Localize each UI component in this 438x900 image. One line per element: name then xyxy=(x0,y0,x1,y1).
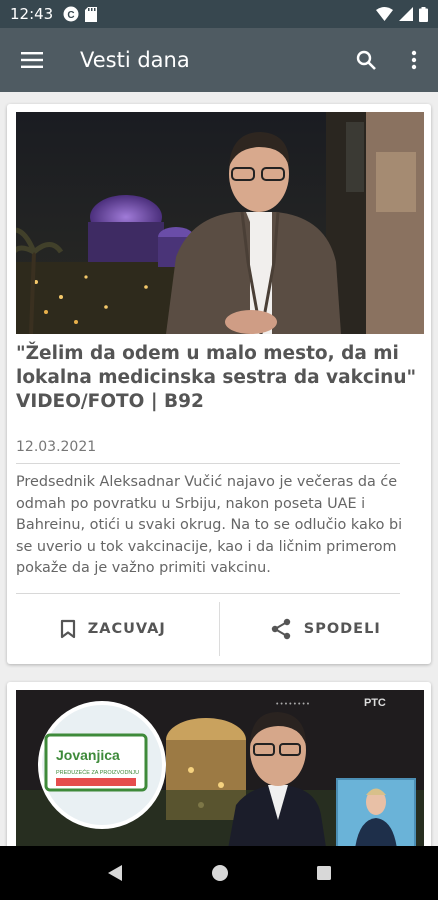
share-icon xyxy=(271,618,290,640)
hamburger-menu-icon[interactable] xyxy=(21,52,43,68)
news-card-image[interactable] xyxy=(16,112,424,334)
save-label: ZACUVAJ xyxy=(87,621,166,637)
sign-subtext: PREDUZEĆE ZA PROIZVODNJU xyxy=(56,769,139,776)
news-feed[interactable]: "Želim da odem u malo mesto, da mi lokal… xyxy=(0,92,438,846)
rts-watermark: РТС xyxy=(364,697,386,709)
battery-icon xyxy=(419,6,428,22)
news-photo: РТС • • • • • • • • Jovanjica PREDUZEĆE … xyxy=(16,690,424,846)
search-icon[interactable] xyxy=(356,50,376,70)
storage-icon xyxy=(85,6,98,22)
status-left-icons: C xyxy=(63,6,98,22)
status-time: 12:43 xyxy=(10,5,54,23)
article-title[interactable]: "Želim da odem u malo mesto, da mi lokal… xyxy=(16,342,424,414)
more-vert-icon[interactable] xyxy=(411,50,417,70)
news-card[interactable]: РТС • • • • • • • • Jovanjica PREDUZEĆE … xyxy=(7,682,431,846)
news-photo xyxy=(16,112,424,334)
status-right-icons xyxy=(376,6,428,22)
wifi-icon xyxy=(376,7,393,21)
home-icon[interactable] xyxy=(211,864,229,882)
article-summary: Predsednik Aleksadnar Vučić najavo je ve… xyxy=(16,474,403,576)
back-icon[interactable] xyxy=(106,864,124,882)
system-nav-bar xyxy=(0,846,438,900)
divider xyxy=(16,463,400,464)
svg-text:C: C xyxy=(68,10,75,21)
app-notification-icon: C xyxy=(63,6,79,22)
save-button[interactable]: ZACUVAJ xyxy=(7,594,219,664)
share-button[interactable]: SPODELI xyxy=(220,594,432,664)
search-button[interactable] xyxy=(342,28,390,92)
news-card-image[interactable]: РТС • • • • • • • • Jovanjica PREDUZEĆE … xyxy=(16,690,424,846)
article-date: 12.03.2021 xyxy=(16,439,97,455)
app-actions xyxy=(342,28,438,92)
app-title: Vesti dana xyxy=(80,48,190,72)
overflow-menu-button[interactable] xyxy=(390,28,438,92)
sign-text: Jovanjica xyxy=(56,747,120,763)
svg-text:• • • • • • • •: • • • • • • • • xyxy=(276,701,310,708)
bookmark-icon xyxy=(60,619,75,639)
news-card[interactable]: "Želim da odem u malo mesto, da mi lokal… xyxy=(7,104,431,664)
app-bar: Vesti dana xyxy=(0,28,438,92)
card-actions: ZACUVAJ SPODELI xyxy=(7,594,431,664)
signal-icon xyxy=(399,7,413,21)
menu-button[interactable] xyxy=(0,28,64,92)
share-label: SPODELI xyxy=(303,621,381,637)
recents-icon[interactable] xyxy=(316,865,332,881)
status-bar: 12:43 C xyxy=(0,0,438,28)
